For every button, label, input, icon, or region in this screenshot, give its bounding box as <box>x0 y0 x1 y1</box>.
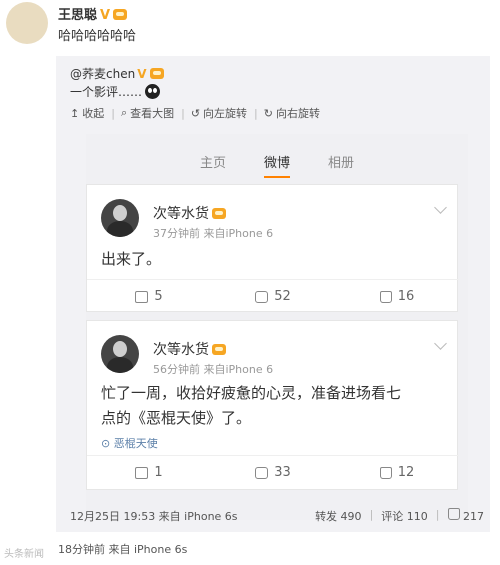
rotate-left-button[interactable]: ↺ 向左旋转 | <box>191 105 258 121</box>
avatar[interactable] <box>101 335 139 373</box>
collapse-label: 收起 <box>82 107 105 120</box>
vip-badge-icon <box>113 9 128 20</box>
chevron-down-icon[interactable] <box>434 201 447 214</box>
view-large-button[interactable]: ⌕ 查看大图 | <box>121 105 185 121</box>
share-count: 5 <box>154 289 163 304</box>
chevron-down-icon[interactable] <box>434 337 447 350</box>
vip-badge-icon <box>212 344 226 355</box>
rotate-left-label: 向左旋转 <box>203 107 248 120</box>
comment-button[interactable]: 52 <box>211 280 335 313</box>
repost-container: @荞麦chen V 一个影评…… ↥ 收起 | ⌕ 查看大图 | ↺ 向左旋转 |… <box>56 56 490 532</box>
verified-icon: V <box>100 8 111 23</box>
repost-text: 一个影评…… <box>70 83 161 100</box>
divider: | <box>111 106 115 120</box>
tab-weibo[interactable]: 微博 <box>263 142 291 178</box>
watermark: 头条新闻 <box>4 549 44 560</box>
repost-footer: 12月25日 19:53 来自 iPhone 6s 转发 490 | 评论 11… <box>70 508 484 524</box>
avatar[interactable] <box>101 199 139 237</box>
topic-link[interactable]: ⊙ 恶棍天使 <box>101 435 158 451</box>
post-author[interactable]: 次等水货 <box>153 203 226 223</box>
like-link[interactable]: 217 <box>447 508 484 524</box>
post-body: 忙了一周，收拾好疲惫的心灵，准备进场看七 点的《恶棍天使》了。 <box>101 381 401 431</box>
post-author-text[interactable]: 次等水货 <box>153 206 209 222</box>
post-author-text[interactable]: 次等水货 <box>153 342 209 358</box>
topic-icon: ⊙ <box>101 437 111 450</box>
rotate-right-label: 向右旋转 <box>275 107 320 120</box>
post-meta: 56分钟前 来自iPhone 6 <box>153 363 274 376</box>
divider: | <box>181 106 185 120</box>
tab-album[interactable]: 相册 <box>328 142 354 178</box>
author-name[interactable]: 王思聪 V <box>58 4 128 23</box>
divider: | <box>435 508 440 521</box>
like-icon <box>379 466 392 479</box>
share-count: 1 <box>154 465 163 480</box>
author-name-text[interactable]: 王思聪 <box>58 8 97 23</box>
share-icon <box>135 466 149 479</box>
post-body-line: 点的《恶棍天使》了。 <box>101 409 252 427</box>
search-icon: ⌕ <box>120 106 128 119</box>
post-actions: 5 52 16 <box>87 279 459 313</box>
like-button[interactable]: 16 <box>335 280 459 313</box>
arrow-up-icon: ↥ <box>70 106 80 120</box>
post-meta: 37分钟前 来自iPhone 6 <box>153 227 274 240</box>
divider: | <box>254 106 258 120</box>
comment-icon <box>255 290 269 303</box>
post-card[interactable]: 次等水货 37分钟前 来自iPhone 6 出来了。 5 52 16 <box>86 184 459 313</box>
avatar[interactable] <box>6 2 48 44</box>
share-button[interactable]: 1 <box>87 456 211 489</box>
post-time-source[interactable]: 18分钟前 来自 iPhone 6s <box>58 541 187 557</box>
embedded-screenshot[interactable]: 主页 微博 相册 次等水货 37分钟前 来自iPhone 6 出来了。 5 52… <box>86 134 468 520</box>
rotate-right-icon: ↻ <box>263 106 273 120</box>
share-icon <box>135 290 149 303</box>
comment-count-link[interactable]: 评论 110 <box>381 508 428 524</box>
vip-badge-icon <box>212 208 226 219</box>
image-toolbar: ↥ 收起 | ⌕ 查看大图 | ↺ 向左旋转 | ↻ 向右旋转 <box>70 105 320 121</box>
post-actions: 1 33 12 <box>87 455 459 489</box>
post-card[interactable]: 次等水货 56分钟前 来自iPhone 6 忙了一周，收拾好疲惫的心灵，准备进场… <box>86 320 459 490</box>
divider: | <box>369 508 374 521</box>
post-text: 哈哈哈哈哈哈 <box>58 29 137 44</box>
view-large-label: 查看大图 <box>130 107 175 120</box>
comment-count: 33 <box>274 465 291 480</box>
collapse-button[interactable]: ↥ 收起 | <box>70 105 115 121</box>
repost-count-link[interactable]: 转发 490 <box>315 508 362 524</box>
profile-tabs: 主页 微博 相册 <box>86 142 468 178</box>
emoji-icon <box>145 84 161 99</box>
like-icon <box>447 508 460 520</box>
repost-text-content: 一个影评…… <box>70 85 143 99</box>
comment-count: 52 <box>274 289 291 304</box>
like-count: 217 <box>463 510 484 523</box>
like-count: 12 <box>397 465 415 480</box>
comment-icon <box>255 466 269 479</box>
repost-author-text[interactable]: @荞麦chen <box>70 67 135 81</box>
comment-button[interactable]: 33 <box>211 456 335 489</box>
like-button[interactable]: 12 <box>335 456 459 489</box>
verified-icon: V <box>137 67 147 81</box>
vip-badge-icon <box>149 68 164 79</box>
share-button[interactable]: 5 <box>87 280 211 313</box>
repost-author[interactable]: @荞麦chen V <box>70 65 164 82</box>
rotate-left-icon: ↺ <box>190 106 201 120</box>
post-author[interactable]: 次等水货 <box>153 339 226 359</box>
like-icon <box>379 290 392 303</box>
repost-time-source[interactable]: 12月25日 19:53 来自 iPhone 6s <box>70 510 238 523</box>
rotate-right-button[interactable]: ↻ 向右旋转 <box>264 105 320 121</box>
topic-label[interactable]: 恶棍天使 <box>114 437 158 450</box>
like-count: 16 <box>397 289 415 304</box>
post-body: 出来了。 <box>101 250 162 268</box>
tab-home[interactable]: 主页 <box>200 142 226 178</box>
post-body-line: 忙了一周，收拾好疲惫的心灵，准备进场看七 <box>101 384 402 402</box>
